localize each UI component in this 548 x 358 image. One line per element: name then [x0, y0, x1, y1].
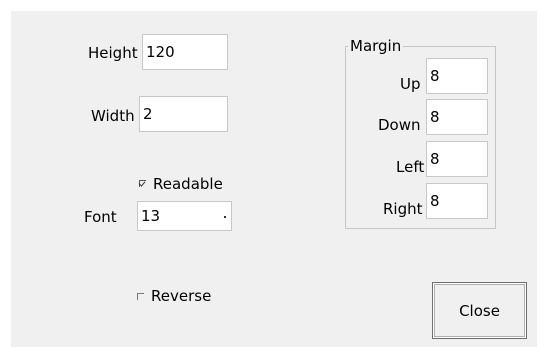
height-label: Height: [88, 44, 138, 62]
margin-up-label: Up: [400, 75, 421, 93]
reverse-label: Reverse: [151, 287, 212, 305]
margin-right-label: Right: [383, 200, 423, 218]
margin-group-title: Margin: [348, 37, 404, 55]
readable-check-icon: [138, 179, 148, 189]
margin-left-input[interactable]: [426, 141, 488, 177]
height-input[interactable]: [142, 34, 228, 70]
margin-right-input[interactable]: [426, 183, 488, 219]
reverse-check-icon: [136, 291, 146, 301]
margin-up-input[interactable]: [426, 58, 488, 94]
close-button[interactable]: Close: [432, 282, 527, 339]
font-select[interactable]: 13: [137, 201, 232, 231]
font-label: Font: [84, 208, 117, 226]
settings-dialog: Height Width Readable Font 13 Reverse Ma…: [11, 11, 537, 347]
dropdown-arrow-icon[interactable]: [221, 202, 231, 230]
readable-checkbox[interactable]: Readable: [138, 175, 223, 193]
margin-down-label: Down: [378, 116, 421, 134]
margin-down-input[interactable]: [426, 99, 488, 135]
width-label: Width: [91, 107, 135, 125]
readable-label: Readable: [153, 175, 223, 193]
margin-left-label: Left: [396, 158, 425, 176]
font-select-value: 13: [141, 207, 161, 225]
reverse-checkbox[interactable]: Reverse: [136, 287, 211, 305]
width-input[interactable]: [139, 96, 228, 132]
